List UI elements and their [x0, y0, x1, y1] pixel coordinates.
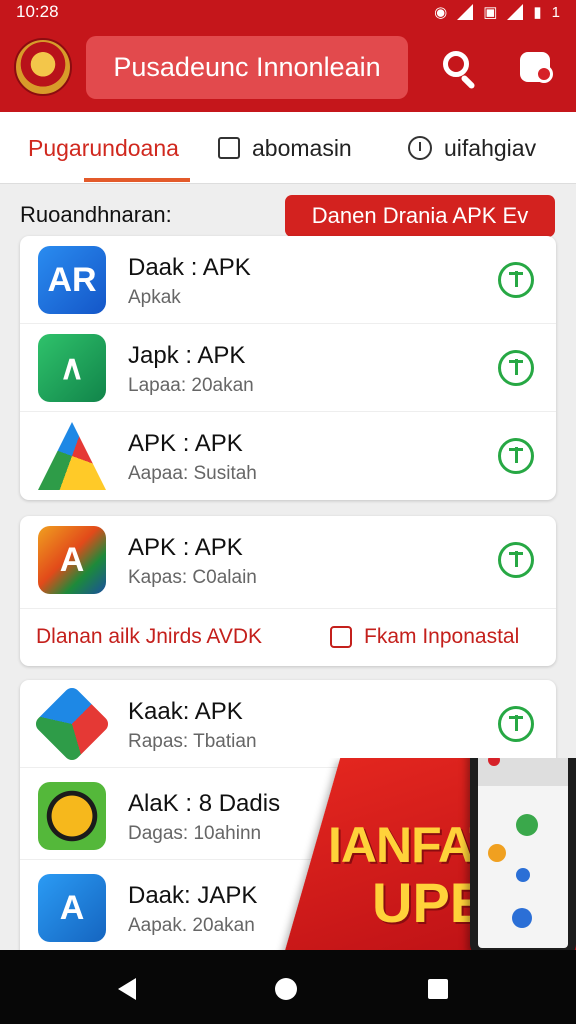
app-name: Daak : APK: [128, 254, 251, 281]
yellow-game-icon: [38, 782, 106, 850]
search-icon[interactable]: [437, 46, 481, 90]
status-time: 10:28: [16, 2, 59, 21]
list-item[interactable]: ∧ Japk : APK Lapaa: 20akan: [20, 324, 556, 412]
app-logo: [14, 38, 72, 96]
install-link-label: Fkam Inponastal: [364, 625, 520, 648]
back-icon[interactable]: [118, 978, 136, 1000]
system-nav-bar: [0, 950, 576, 1024]
app-subtitle: Aapak. 20akan: [128, 915, 255, 936]
tab-label: abomasin: [252, 134, 352, 161]
app-name: APK : APK: [128, 430, 243, 457]
tab-label: uifahgiav: [444, 134, 537, 161]
app-subtitle: Lapaa: 20akan: [128, 375, 254, 396]
app-subtitle: Rapas: Tbatian: [128, 731, 257, 752]
battery-level: 1: [551, 3, 560, 21]
app-subtitle: Apkak: [128, 287, 181, 308]
app-name: Japk : APK: [128, 342, 246, 369]
blue-ar-icon: AR: [38, 246, 106, 314]
tab-bar: Pugarundoana abomasin uifahgiav: [0, 112, 576, 184]
app-subtitle: Aapaa: Susitah: [128, 463, 257, 484]
download-apk-button[interactable]: Danen Drania APK Ev: [285, 195, 555, 237]
card-footer: Dlanan ailk Jnirds AVDK Fkam Inponastal: [20, 608, 556, 666]
download-icon[interactable]: [498, 706, 534, 742]
search-input[interactable]: Pusadeunc Innonleain: [86, 36, 408, 99]
clock-icon: [408, 136, 432, 160]
promo-banner[interactable]: IANFAT UPE: [240, 758, 576, 958]
phone-screen: [478, 758, 568, 948]
app-list-card: AR Daak : APK Apkak ∧ Japk : APK Lapaa: …: [20, 236, 556, 500]
signal-icon: [457, 4, 474, 20]
download-icon[interactable]: [498, 542, 534, 578]
install-link[interactable]: Fkam Inponastal: [330, 625, 519, 649]
notification-icon: ▣: [483, 4, 498, 21]
wifi-icon: ◉: [434, 4, 448, 21]
list-item[interactable]: Kaak: APK Rapas: Tbatian: [20, 680, 556, 768]
tab-label: Pugarundoana: [28, 134, 179, 161]
checkbox-icon: [218, 137, 240, 159]
recents-icon[interactable]: [428, 979, 448, 999]
app-name: APK : APK: [128, 534, 243, 561]
list-item[interactable]: APK : APK Aapaa: Susitah: [20, 412, 556, 500]
active-tab-indicator: [84, 178, 190, 182]
download-icon[interactable]: [498, 350, 534, 386]
app-name: Kaak: APK: [128, 698, 243, 725]
signal-icon-2: [507, 4, 524, 20]
tab-home[interactable]: Pugarundoana: [28, 112, 179, 184]
blue-a-icon: A: [38, 874, 106, 942]
home-icon[interactable]: [275, 978, 297, 1000]
orange-a-icon: A: [38, 526, 106, 594]
tab-information[interactable]: abomasin: [218, 112, 352, 184]
download-icon[interactable]: [498, 262, 534, 298]
featured-card: A APK : APK Kapas: C0alain Dlanan ailk J…: [20, 516, 556, 666]
settings-icon[interactable]: [514, 46, 558, 90]
green-app-icon: ∧: [38, 334, 106, 402]
download-icon[interactable]: [498, 438, 534, 474]
list-item[interactable]: AR Daak : APK Apkak: [20, 236, 556, 324]
tab-history[interactable]: uifahgiav: [408, 112, 536, 184]
phone-mockup-image: [470, 758, 576, 958]
gift-icon: [330, 626, 352, 648]
app-name: Daak: JAPK: [128, 882, 258, 909]
app-subtitle: Kapas: C0alain: [128, 567, 257, 588]
list-item[interactable]: A APK : APK Kapas: C0alain: [20, 516, 556, 604]
status-bar: 10:28 ◉ ▣ ▮ 1: [0, 0, 576, 24]
status-icons: ◉ ▣ ▮ 1: [434, 3, 560, 22]
battery-icon: ▮: [533, 4, 542, 21]
section-title: Ruoandhnaran:: [20, 202, 172, 227]
cube-icon: [32, 684, 112, 764]
app-bar: Pusadeunc Innonleain: [0, 24, 576, 112]
download-link[interactable]: Dlanan ailk Jnirds AVDK: [36, 625, 262, 649]
multicolor-triangle-icon: [38, 422, 106, 490]
